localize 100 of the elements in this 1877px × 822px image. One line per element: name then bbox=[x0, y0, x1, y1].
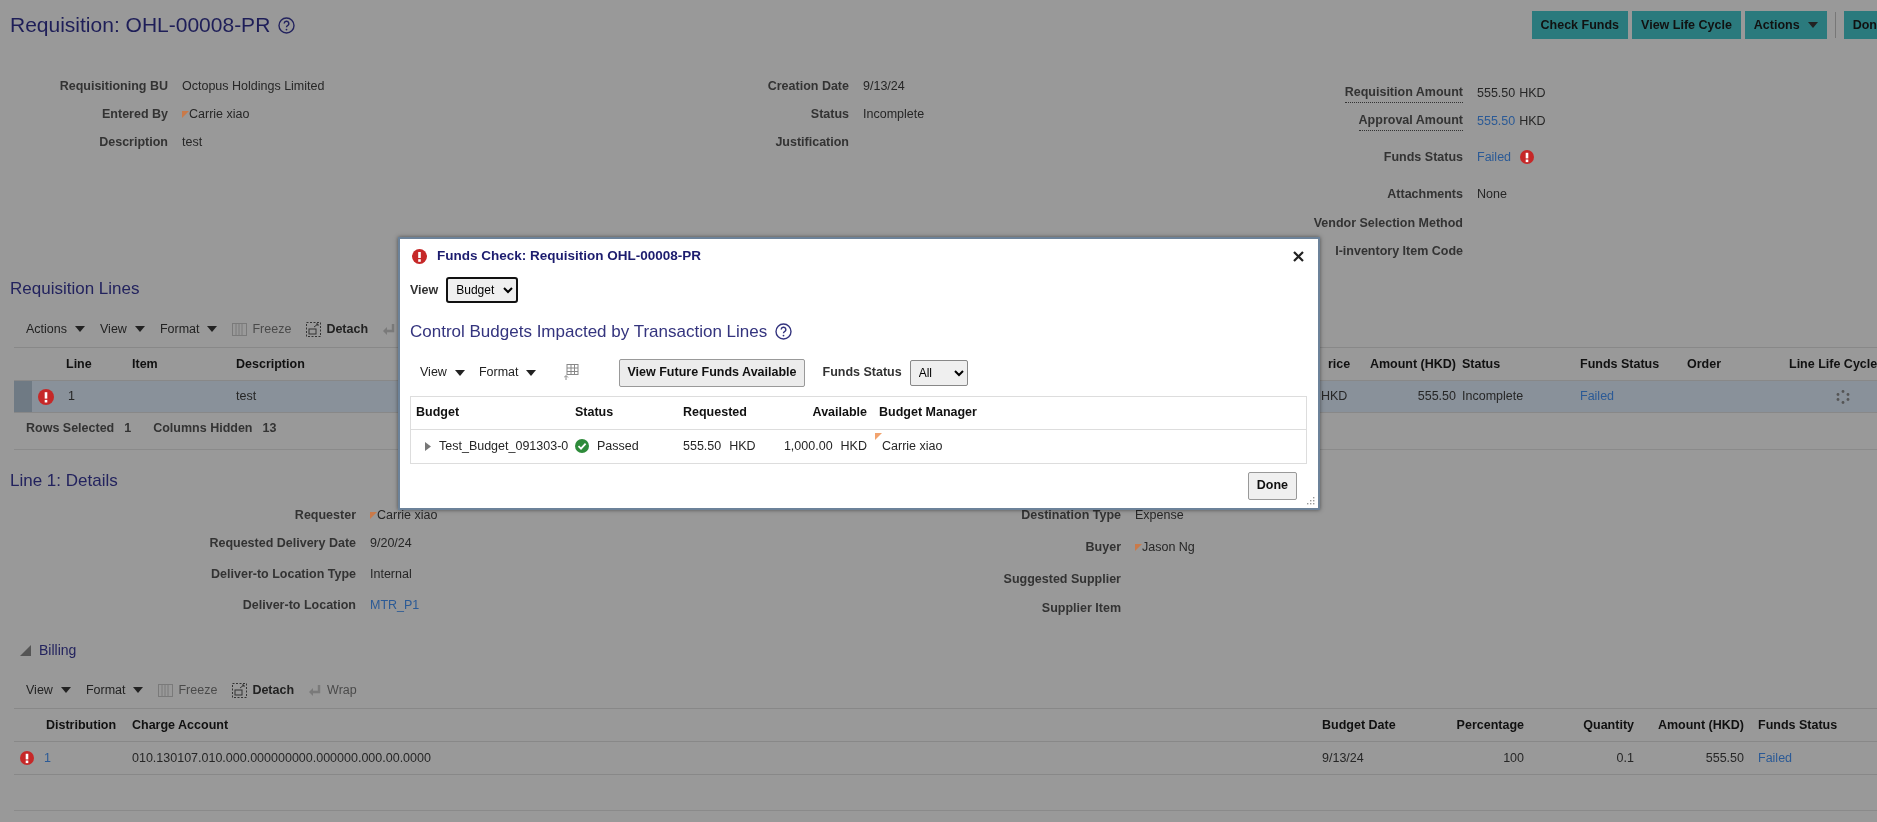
expand-icon[interactable] bbox=[425, 441, 431, 451]
help-icon[interactable] bbox=[278, 16, 296, 34]
table-cell-text: 9/13/24 bbox=[1322, 749, 1364, 767]
close-icon[interactable] bbox=[1293, 250, 1304, 262]
wrap-command: Wrap bbox=[309, 680, 357, 700]
field-value: 9/20/24 bbox=[370, 535, 412, 553]
dialog-heading: Control Budgets Impacted by Transaction Lines bbox=[410, 321, 768, 343]
field-value: 555.50 bbox=[1477, 84, 1516, 102]
caret-icon bbox=[1807, 22, 1818, 28]
detach-command[interactable]: Detach bbox=[306, 319, 369, 339]
field-label: Creation Date bbox=[767, 77, 849, 95]
dialog-title: Funds Check: Requisition OHL-00008-PR bbox=[437, 246, 702, 265]
field-label: Destination Type bbox=[1021, 507, 1121, 525]
table-cell-text: 555.50 bbox=[1417, 388, 1456, 406]
footer-label: Rows Selected bbox=[26, 419, 115, 437]
field-label: Funds Status bbox=[822, 364, 902, 382]
caret-icon bbox=[454, 369, 465, 376]
detach-icon bbox=[232, 682, 248, 698]
currency-code: HKD bbox=[840, 437, 867, 455]
column-header: Amount (HKD) bbox=[1369, 355, 1457, 373]
field-label: Requester bbox=[294, 507, 356, 525]
field-label: Approval Amount bbox=[1358, 111, 1463, 131]
column-header: Funds Status bbox=[1580, 355, 1660, 373]
section-title: Line 1: Details bbox=[9, 470, 118, 493]
field-value: Carrie xiao bbox=[377, 507, 438, 525]
field-label: Suggested Supplier bbox=[1003, 571, 1121, 589]
field-label: Funds Status bbox=[1383, 148, 1463, 166]
column-header: Quantity bbox=[1583, 716, 1635, 734]
caret-icon bbox=[526, 369, 537, 376]
field-value: Expense bbox=[1135, 507, 1184, 525]
table-cell-text: 1,000.00 bbox=[783, 437, 833, 455]
table-cell-text: 555.50 bbox=[1705, 749, 1744, 767]
done-button[interactable]: Done bbox=[1247, 471, 1297, 500]
field-label: Entered By bbox=[102, 105, 168, 123]
caret-icon bbox=[75, 326, 85, 332]
table-cell-text: Incomplete bbox=[1462, 388, 1524, 406]
column-header: Percentage bbox=[1456, 716, 1525, 734]
columns-icon bbox=[158, 683, 174, 697]
funds-status-select[interactable]: All bbox=[909, 359, 968, 386]
menu-button[interactable]: Actions bbox=[1744, 11, 1827, 39]
column-header: Funds Status bbox=[1757, 716, 1838, 734]
column-header: Item bbox=[131, 355, 158, 373]
field-label: Supplier Item bbox=[1041, 600, 1121, 618]
field-value: Jason Ng bbox=[1142, 538, 1195, 556]
export-icon[interactable] bbox=[564, 364, 580, 381]
toolbar-menu[interactable]: View bbox=[26, 680, 71, 700]
field-label: Buyer bbox=[1085, 538, 1121, 556]
column-header: Budget Date bbox=[1322, 716, 1396, 734]
field-value: None bbox=[1477, 185, 1507, 203]
field-value: Octopus Holdings Limited bbox=[182, 77, 325, 95]
column-header: Charge Account bbox=[132, 716, 229, 734]
field-label: Requisitioning BU bbox=[59, 77, 168, 95]
field-value: Carrie xiao bbox=[189, 105, 250, 123]
field-label: Status bbox=[810, 105, 849, 123]
corner-flag-icon bbox=[875, 432, 882, 440]
table-cell-text: 1 bbox=[68, 388, 75, 406]
toolbar-button[interactable]: Don bbox=[1843, 11, 1877, 39]
columns-icon bbox=[232, 322, 248, 336]
field-value: Incomplete bbox=[863, 105, 925, 123]
field-label: Requested Delivery Date bbox=[209, 535, 356, 553]
footer-count: 13 bbox=[262, 419, 277, 437]
wrap-icon bbox=[309, 683, 323, 697]
caret-icon bbox=[60, 687, 71, 693]
toolbar-menu[interactable]: Format bbox=[85, 680, 144, 700]
table-cell-text: Carrie xiao bbox=[882, 437, 943, 455]
toolbar-button[interactable]: Check Funds bbox=[1531, 11, 1629, 39]
caret-icon bbox=[207, 326, 218, 332]
field-label: View bbox=[410, 281, 439, 299]
column-header: Line Life Cycle bbox=[1789, 355, 1877, 373]
column-header: Order bbox=[1687, 355, 1722, 373]
field-label: Attachments bbox=[1387, 185, 1463, 203]
footer-label: Columns Hidden bbox=[153, 419, 253, 437]
caret-icon bbox=[134, 326, 145, 332]
help-icon[interactable] bbox=[775, 323, 793, 341]
field-label: Justification bbox=[775, 133, 849, 151]
currency-code: HKD bbox=[1519, 84, 1546, 102]
detach-icon bbox=[306, 321, 322, 337]
column-header: Status bbox=[1462, 355, 1501, 373]
life-cycle-icon[interactable] bbox=[1836, 389, 1850, 404]
detach-command[interactable]: Detach bbox=[232, 680, 295, 700]
resize-handle[interactable] bbox=[1307, 497, 1315, 505]
table-cell-text: 010.130107.010.000.000000000.000000.000.00.0000 bbox=[132, 749, 431, 767]
toolbar-menu[interactable]: Format bbox=[478, 363, 537, 382]
section-title: Billing bbox=[39, 640, 77, 660]
toolbar-menu[interactable]: Format bbox=[159, 319, 218, 339]
toolbar-menu[interactable]: View bbox=[100, 319, 145, 339]
field-label: Deliver-to Location bbox=[242, 597, 356, 615]
freeze-command: Freeze bbox=[232, 319, 292, 339]
caret-icon bbox=[133, 687, 144, 693]
field-label: Requisition Amount bbox=[1344, 83, 1463, 103]
field-value: test bbox=[182, 133, 203, 151]
view-select[interactable]: Budget bbox=[446, 277, 519, 303]
expand-icon[interactable] bbox=[20, 644, 31, 656]
field-label: Vendor Selection Method bbox=[1313, 214, 1463, 232]
toolbar-menu[interactable]: Actions bbox=[26, 319, 85, 339]
toolbar-button[interactable]: View Life Cycle bbox=[1632, 11, 1741, 39]
table-cell-text: 0.1 bbox=[1616, 749, 1634, 767]
view-funds-button[interactable]: View Future Funds Available bbox=[619, 358, 805, 387]
toolbar-menu[interactable]: View bbox=[420, 363, 465, 382]
currency-code: HKD bbox=[729, 437, 756, 455]
